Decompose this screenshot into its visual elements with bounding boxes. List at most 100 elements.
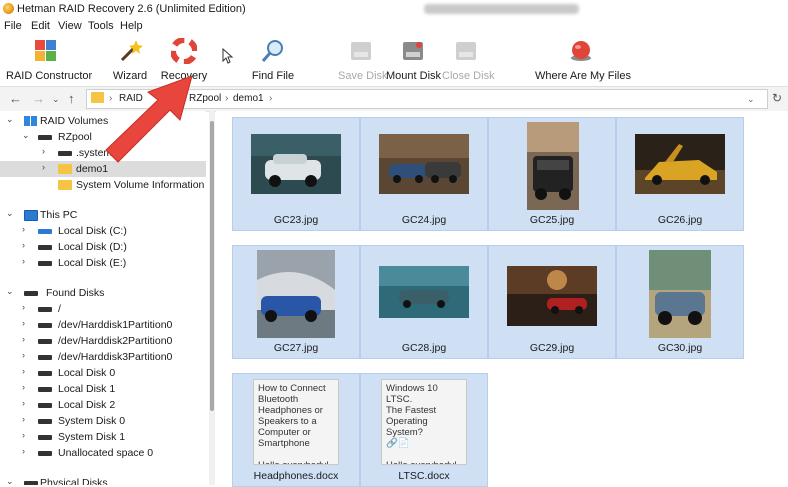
disk-icon bbox=[38, 387, 52, 392]
expand-icon[interactable]: › bbox=[42, 146, 45, 156]
title-bar: Hetman RAID Recovery 2.6 (Unlimited Edit… bbox=[0, 0, 788, 18]
disk-icon bbox=[38, 245, 52, 250]
tree-found-disks[interactable]: ⌄ Found Disks bbox=[6, 285, 206, 301]
tree-label: Local Disk (D:) bbox=[58, 241, 127, 253]
back-arrow-icon[interactable]: ← bbox=[9, 91, 22, 106]
tree-system-disk-1[interactable]: › System Disk 1 bbox=[22, 429, 206, 445]
tree-unallocated[interactable]: › Unallocated space 0 bbox=[22, 445, 206, 461]
tree-demo1[interactable]: › demo1 bbox=[0, 161, 206, 177]
tree-system[interactable]: › .system bbox=[42, 145, 206, 161]
tree-label: Local Disk 1 bbox=[58, 383, 116, 395]
file-tile[interactable]: GC28.jpg bbox=[360, 245, 488, 359]
file-tile[interactable]: Windows 10 LTSC. The Fastest Operating S… bbox=[360, 373, 488, 487]
collapse-icon[interactable]: ⌄ bbox=[6, 476, 14, 485]
path-input[interactable]: › RAID › RZpool › demo1 › ⌄ bbox=[86, 89, 768, 109]
refresh-icon[interactable]: ↻ bbox=[772, 91, 782, 105]
file-name: GC27.jpg bbox=[273, 342, 319, 354]
disk-icon bbox=[38, 307, 52, 312]
expand-icon[interactable]: › bbox=[22, 318, 25, 328]
where-are-my-files-label: Where Are My Files bbox=[535, 70, 631, 82]
window-title: Hetman RAID Recovery 2.6 (Unlimited Edit… bbox=[17, 3, 246, 15]
file-tile[interactable]: GC30.jpg bbox=[616, 245, 744, 359]
menu-view[interactable]: View bbox=[58, 20, 82, 32]
expand-icon[interactable]: › bbox=[22, 398, 25, 408]
collapse-icon[interactable]: ⌄ bbox=[6, 208, 14, 219]
save-disk-label: Save Disk bbox=[338, 70, 388, 82]
menu-file[interactable]: File bbox=[4, 20, 22, 32]
document-preview: How to Connect Bluetooth Headphones or S… bbox=[253, 379, 339, 465]
menu-help[interactable]: Help bbox=[120, 20, 143, 32]
tree-this-pc[interactable]: ⌄ This PC bbox=[6, 207, 206, 223]
expand-icon[interactable]: › bbox=[22, 366, 25, 376]
tree-rzpool[interactable]: ⌄ RZpool bbox=[22, 129, 206, 145]
disk-icon bbox=[58, 151, 72, 156]
raid-constructor-button[interactable]: RAID Constructor bbox=[6, 38, 92, 82]
scrollbar-thumb[interactable] bbox=[210, 121, 214, 411]
file-tile[interactable]: GC25.jpg bbox=[488, 117, 616, 231]
wizard-button[interactable]: Wizard bbox=[110, 38, 150, 82]
file-tile[interactable]: GC23.jpg bbox=[232, 117, 360, 231]
collapse-icon[interactable]: ⌄ bbox=[6, 286, 14, 297]
recovery-button[interactable]: Recovery bbox=[160, 38, 208, 82]
expand-icon[interactable]: › bbox=[22, 414, 25, 424]
tree-hd2[interactable]: › /dev/Harddisk2Partition0 bbox=[22, 333, 206, 349]
expand-icon[interactable]: › bbox=[22, 240, 25, 250]
tree-system-volume-information[interactable]: System Volume Information bbox=[42, 177, 206, 193]
expand-icon[interactable]: › bbox=[22, 350, 25, 360]
tree-label: .system bbox=[76, 147, 113, 159]
where-are-my-files-button[interactable]: Where Are My Files bbox=[535, 38, 631, 82]
tree-raid-volumes[interactable]: ⌄ RAID Volumes bbox=[6, 113, 206, 129]
tree-scrollbar[interactable] bbox=[209, 111, 215, 485]
disk-icon bbox=[38, 435, 52, 440]
disk-icon bbox=[24, 291, 38, 296]
breadcrumb-raid[interactable]: RAID bbox=[119, 93, 143, 104]
find-file-button[interactable]: Find File bbox=[250, 38, 296, 82]
tree-local-disk-0[interactable]: › Local Disk 0 bbox=[22, 365, 206, 381]
toolbar: RAID Constructor Wizard Recovery Find Fi… bbox=[0, 34, 788, 84]
chevron-down-icon[interactable]: ⌄ bbox=[52, 94, 60, 105]
lifebuoy-icon bbox=[171, 38, 197, 64]
expand-icon[interactable]: › bbox=[42, 162, 45, 172]
mouse-cursor-icon bbox=[222, 48, 234, 64]
file-tile[interactable]: GC29.jpg bbox=[488, 245, 616, 359]
path-separator: › bbox=[225, 93, 229, 104]
mount-disk-button[interactable]: Mount Disk bbox=[386, 38, 441, 82]
find-file-label: Find File bbox=[251, 70, 295, 82]
tree-local-c[interactable]: › Local Disk (C:) bbox=[22, 223, 206, 239]
up-arrow-icon[interactable]: ↑ bbox=[68, 91, 75, 106]
breadcrumb-rzpool[interactable]: RZpool bbox=[189, 93, 221, 104]
breadcrumb-demo1[interactable]: demo1 bbox=[233, 93, 264, 104]
thumbnail-gc26 bbox=[635, 134, 725, 194]
tree-physical-disks[interactable]: ⌄ Physical Disks bbox=[6, 475, 206, 485]
tree-local-disk-2[interactable]: › Local Disk 2 bbox=[22, 397, 206, 413]
expand-icon[interactable]: › bbox=[22, 334, 25, 344]
tree-root[interactable]: › / bbox=[22, 301, 206, 317]
dropdown-icon[interactable]: ⌄ bbox=[747, 94, 755, 105]
expand-icon[interactable]: › bbox=[22, 430, 25, 440]
disk-icon bbox=[38, 451, 52, 456]
save-disk-button[interactable]: Save Disk bbox=[338, 38, 388, 82]
expand-icon[interactable]: › bbox=[22, 446, 25, 456]
file-tile[interactable]: GC24.jpg bbox=[360, 117, 488, 231]
close-disk-button[interactable]: Close Disk bbox=[442, 38, 495, 82]
menu-edit[interactable]: Edit bbox=[31, 20, 50, 32]
file-tile[interactable]: How to Connect Bluetooth Headphones or S… bbox=[232, 373, 360, 487]
tree-local-e[interactable]: › Local Disk (E:) bbox=[22, 255, 206, 271]
file-grid: GC23.jpg GC24.jpg GC25.jpg GC26.jpg GC27… bbox=[216, 111, 788, 487]
expand-icon[interactable]: › bbox=[22, 256, 25, 266]
menu-tools[interactable]: Tools bbox=[88, 20, 114, 32]
file-name: LTSC.docx bbox=[398, 470, 450, 482]
tree-hd3[interactable]: › /dev/Harddisk3Partition0 bbox=[22, 349, 206, 365]
file-tile[interactable]: GC26.jpg bbox=[616, 117, 744, 231]
file-tile[interactable]: GC27.jpg bbox=[232, 245, 360, 359]
tree-system-disk-0[interactable]: › System Disk 0 bbox=[22, 413, 206, 429]
expand-icon[interactable]: › bbox=[22, 382, 25, 392]
tree-local-disk-1[interactable]: › Local Disk 1 bbox=[22, 381, 206, 397]
tree-local-d[interactable]: › Local Disk (D:) bbox=[22, 239, 206, 255]
tree-hd1[interactable]: › /dev/Harddisk1Partition0 bbox=[22, 317, 206, 333]
expand-icon[interactable]: › bbox=[22, 302, 25, 312]
expand-icon[interactable]: › bbox=[22, 224, 25, 234]
forward-arrow-icon[interactable]: → bbox=[32, 91, 45, 106]
collapse-icon[interactable]: ⌄ bbox=[22, 130, 30, 141]
collapse-icon[interactable]: ⌄ bbox=[6, 114, 14, 125]
